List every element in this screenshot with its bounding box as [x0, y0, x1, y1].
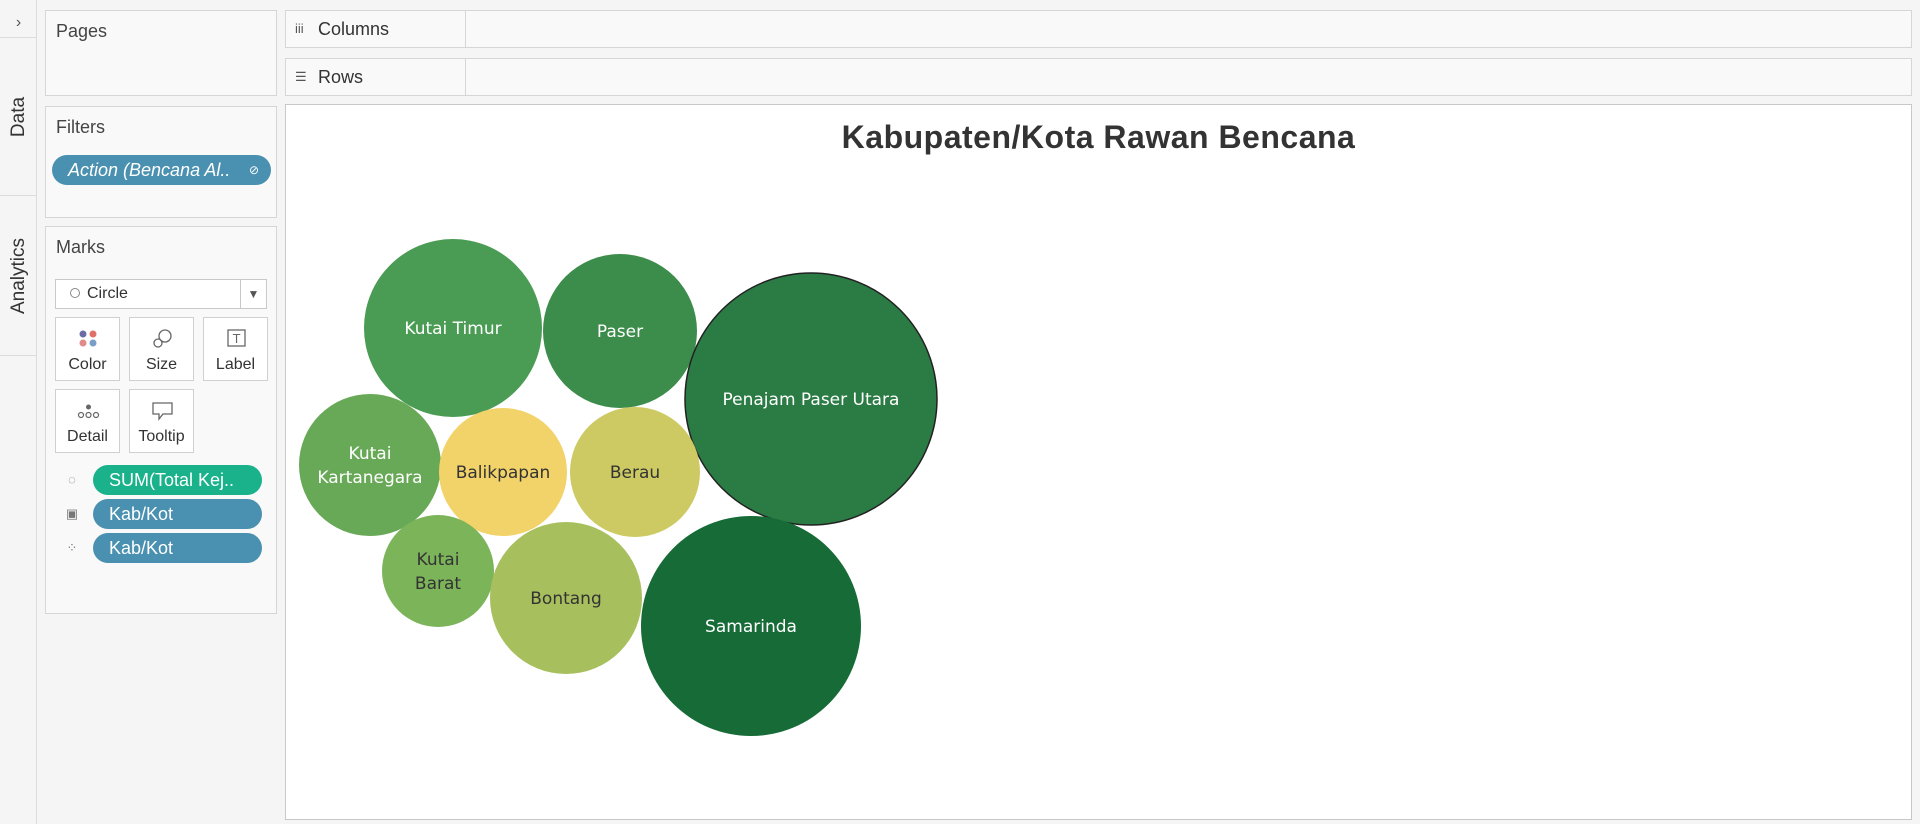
bubble-kutai-barat[interactable] — [382, 515, 494, 627]
tooltip-icon — [152, 402, 173, 421]
label-button-label: Label — [215, 356, 256, 373]
color-icon: ⁘ — [66, 540, 78, 555]
rows-shelf[interactable]: ☰ Rows — [285, 58, 1912, 96]
size-icon — [153, 329, 172, 348]
viz-canvas[interactable]: Kabupaten/Kota Rawan Bencana Kutai Timur… — [285, 104, 1912, 820]
bubble-label: Kutai — [349, 444, 392, 464]
bubble-label: Balikpapan — [456, 463, 551, 483]
size-button-label: Size — [145, 356, 178, 373]
color-button-label: Color — [68, 356, 107, 373]
tab-data[interactable]: Data — [0, 38, 37, 196]
detail-button-label: Detail — [67, 428, 108, 445]
tooltip-button-label: Tooltip — [138, 428, 185, 445]
columns-shelf-header: iii Columns — [286, 11, 466, 47]
circle-mark-icon — [70, 288, 80, 298]
bubble-chart[interactable]: Kutai Timur Paser Penajam Paser Utara Kutai… — [286, 105, 1911, 819]
marks-title: Marks — [56, 237, 105, 257]
color-field-pill[interactable]: Kab/Kot — [93, 533, 262, 563]
left-rail: › Data Analytics — [0, 0, 37, 824]
link-icon: ⊘ — [248, 163, 259, 177]
tab-data-label: Data — [7, 96, 29, 137]
label-field-pill[interactable]: Kab/Kot — [93, 499, 262, 529]
size-field-pill[interactable]: SUM(Total Kej.. — [93, 465, 262, 495]
tab-analytics[interactable]: Analytics — [0, 196, 37, 356]
size-icon: ◌ — [68, 472, 76, 487]
tooltip-button[interactable]: Tooltip — [129, 389, 194, 453]
filters-card[interactable]: Filters Action (Bencana Al.. ⊘ — [45, 106, 277, 218]
columns-label: Columns — [318, 19, 390, 39]
filter-pill-label: Action (Bencana Al.. — [68, 160, 231, 180]
detail-icon — [77, 404, 100, 419]
label-icon: ▣ — [65, 506, 79, 521]
bubble-label: Kartanegara — [317, 468, 422, 488]
bubble-label: Penajam Paser Utara — [723, 390, 900, 410]
rows-shelf-header: ☰ Rows — [286, 59, 466, 95]
color-icon — [79, 330, 97, 347]
bubble-label: Barat — [415, 574, 461, 594]
pages-card[interactable]: Pages — [45, 10, 277, 96]
bubble-label: Bontang — [530, 589, 602, 609]
bubble-label: Kutai — [417, 550, 460, 570]
bubble-label: Samarinda — [705, 617, 797, 637]
filter-pill-action[interactable]: Action (Bencana Al.. ⊘ — [52, 155, 271, 185]
bubble-label: Kutai Timur — [404, 319, 501, 339]
label-button[interactable]: T Label — [203, 317, 268, 381]
columns-shelf[interactable]: iii Columns — [285, 10, 1912, 48]
rows-icon: ☰ — [295, 69, 307, 84]
marks-shelf-color: ⁘ Kab/Kot — [64, 533, 264, 563]
columns-icon: iii — [295, 21, 304, 36]
svg-text:T: T — [232, 332, 241, 346]
size-button[interactable]: Size — [129, 317, 194, 381]
bubble-label: Paser — [597, 322, 643, 342]
color-button[interactable]: Color — [55, 317, 120, 381]
filters-title: Filters — [56, 117, 105, 137]
expand-panel-icon[interactable]: › — [0, 8, 37, 38]
mark-type-value: Circle — [87, 285, 128, 302]
bubble-kutai-kartanegara[interactable] — [299, 394, 441, 536]
label-icon: T — [227, 329, 246, 347]
chevron-down-icon[interactable]: ▼ — [240, 280, 266, 308]
mark-type-dropdown[interactable]: Circle ▼ — [55, 279, 267, 309]
marks-shelf-label: ▣ Kab/Kot — [64, 499, 264, 529]
pages-title: Pages — [56, 21, 108, 41]
marks-card: Marks Circle ▼ Color Size T Label Detail… — [45, 226, 277, 614]
bubble-label: Berau — [610, 463, 660, 483]
tab-analytics-label: Analytics — [7, 237, 29, 314]
detail-button[interactable]: Detail — [55, 389, 120, 453]
marks-shelf-size: ◌ SUM(Total Kej.. — [64, 465, 264, 495]
rows-label: Rows — [318, 67, 364, 87]
